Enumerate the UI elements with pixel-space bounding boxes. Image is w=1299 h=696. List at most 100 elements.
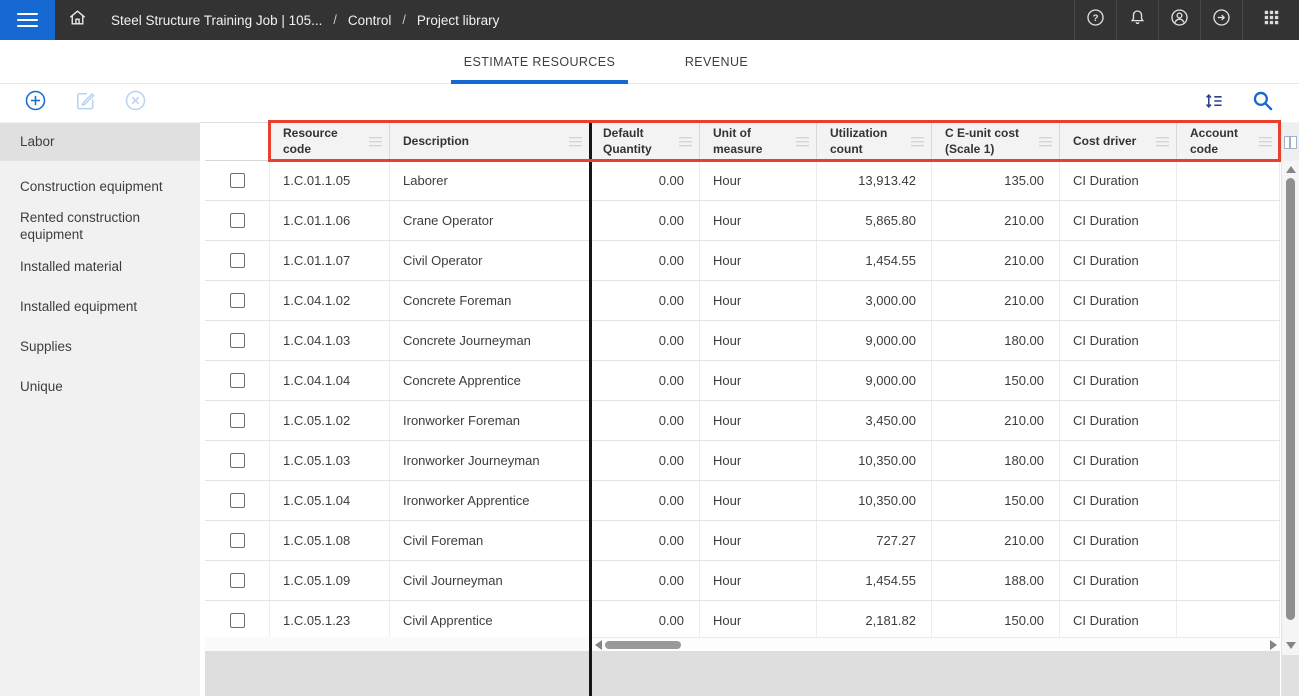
table-row[interactable]: 1.C.04.1.02Concrete Foreman0.00Hour3,000… [205,281,1280,321]
row-checkbox[interactable] [230,533,245,548]
edit-icon [74,89,97,117]
column-menu-icon[interactable] [569,137,582,147]
row-checkbox[interactable] [230,413,245,428]
select-column-header [205,123,270,160]
row-checkbox[interactable] [230,573,245,588]
table-row[interactable]: 1.C.05.1.02Ironworker Foreman0.00Hour3,4… [205,401,1280,441]
menu-button[interactable] [0,0,55,40]
row-checkbox[interactable] [230,613,245,628]
table-row[interactable]: 1.C.01.1.06Crane Operator0.00Hour5,865.8… [205,201,1280,241]
notifications-button[interactable] [1116,0,1158,40]
cell-account-code [1177,561,1280,600]
row-checkbox[interactable] [230,253,245,268]
row-checkbox[interactable] [230,213,245,228]
cell-description: Civil Apprentice [390,601,590,637]
cell-code: 1.C.01.1.05 [270,161,390,200]
row-height-button[interactable] [1199,88,1229,118]
sign-out-button[interactable] [1200,0,1242,40]
column-header[interactable]: Cost driver [1060,123,1177,160]
horizontal-scrollbar-thumb[interactable] [605,641,681,649]
cell-ce-unit-cost: 135.00 [932,161,1060,200]
vertical-scrollbar-thumb[interactable] [1286,178,1295,620]
table-row[interactable]: 1.C.01.1.07Civil Operator0.00Hour1,454.5… [205,241,1280,281]
column-menu-icon[interactable] [1156,137,1169,147]
sidebar-item[interactable]: Construction equipment [0,167,200,207]
sidebar-item[interactable]: Unique [0,367,200,407]
row-checkbox[interactable] [230,293,245,308]
column-header[interactable]: Resource code [270,123,390,160]
cell-account-code [1177,241,1280,280]
column-menu-icon[interactable] [796,137,809,147]
tab-revenue[interactable]: REVENUE [628,40,805,83]
column-menu-icon[interactable] [1039,137,1052,147]
column-chooser-button[interactable] [1282,123,1299,161]
breadcrumb-separator: / [402,13,405,27]
column-header[interactable]: Description [390,123,590,160]
cell-utilization-count: 10,350.00 [817,481,932,520]
row-checkbox[interactable] [230,173,245,188]
table-row[interactable]: 1.C.04.1.04Concrete Apprentice0.00Hour9,… [205,361,1280,401]
scroll-right-arrow[interactable] [1270,640,1277,650]
search-button[interactable] [1247,88,1277,118]
column-header-label: Description [403,134,469,150]
scroll-down-arrow[interactable] [1286,642,1296,649]
table-row[interactable]: 1.C.05.1.04Ironworker Apprentice0.00Hour… [205,481,1280,521]
cell-ce-unit-cost: 150.00 [932,481,1060,520]
horizontal-scrollbar[interactable] [592,637,1280,651]
table-row[interactable]: 1.C.05.1.23Civil Apprentice0.00Hour2,181… [205,601,1280,637]
column-header[interactable]: Account code [1177,123,1280,160]
row-checkbox[interactable] [230,493,245,508]
scroll-up-arrow[interactable] [1286,166,1296,173]
breadcrumb-page[interactable]: Project library [417,13,500,28]
column-menu-icon[interactable] [911,137,924,147]
sidebar-item[interactable]: Installed material [0,247,200,287]
column-header[interactable]: Unit of measure [700,123,817,160]
cell-utilization-count: 13,913.42 [817,161,932,200]
cell-code: 1.C.05.1.09 [270,561,390,600]
column-header[interactable]: C E-unit cost (Scale 1) [932,123,1060,160]
cell-description: Crane Operator [390,201,590,240]
cell-default-quantity: 0.00 [590,281,700,320]
sidebar-item-label: Rented construction equipment [20,210,188,244]
topbar-actions: ? [1074,0,1299,40]
column-header[interactable]: Default Quantity [590,123,700,160]
cell-description: Concrete Foreman [390,281,590,320]
home-button[interactable] [55,0,99,40]
cell-cost-driver: CI Duration [1060,281,1177,320]
cell-utilization-count: 3,450.00 [817,401,932,440]
sidebar-item[interactable]: Labor [0,123,200,161]
table-row[interactable]: 1.C.01.1.05Laborer0.00Hour13,913.42135.0… [205,161,1280,201]
row-checkbox[interactable] [230,373,245,388]
cell-utilization-count: 2,181.82 [817,601,932,637]
column-menu-icon[interactable] [369,137,382,147]
cell-cost-driver: CI Duration [1060,161,1177,200]
cell-description: Civil Operator [390,241,590,280]
delete-button[interactable] [120,88,150,118]
breadcrumb-project[interactable]: Steel Structure Training Job | 105... [111,13,322,28]
vertical-scrollbar[interactable] [1281,122,1299,696]
table-row[interactable]: 1.C.05.1.03Ironworker Journeyman0.00Hour… [205,441,1280,481]
column-header[interactable]: Utilization count [817,123,932,160]
column-menu-icon[interactable] [1259,137,1272,147]
table-row[interactable]: 1.C.05.1.08Civil Foreman0.00Hour727.2721… [205,521,1280,561]
help-button[interactable]: ? [1074,0,1116,40]
column-menu-icon[interactable] [679,137,692,147]
cell-unit-of-measure: Hour [700,481,817,520]
account-button[interactable] [1158,0,1200,40]
sidebar-item[interactable]: Rented construction equipment [0,207,200,247]
cell-default-quantity: 0.00 [590,401,700,440]
row-checkbox[interactable] [230,453,245,468]
add-button[interactable] [20,88,50,118]
sidebar-item[interactable]: Supplies [0,327,200,367]
apps-grid-button[interactable] [1242,0,1299,40]
cell-description: Civil Foreman [390,521,590,560]
row-checkbox[interactable] [230,333,245,348]
cell-code: 1.C.05.1.03 [270,441,390,480]
breadcrumb-section[interactable]: Control [348,13,392,28]
scroll-left-arrow[interactable] [595,640,602,650]
edit-button[interactable] [70,88,100,118]
sidebar-item[interactable]: Installed equipment [0,287,200,327]
table-row[interactable]: 1.C.04.1.03Concrete Journeyman0.00Hour9,… [205,321,1280,361]
table-row[interactable]: 1.C.05.1.09Civil Journeyman0.00Hour1,454… [205,561,1280,601]
tab-estimate-resources[interactable]: ESTIMATE RESOURCES [451,40,628,83]
